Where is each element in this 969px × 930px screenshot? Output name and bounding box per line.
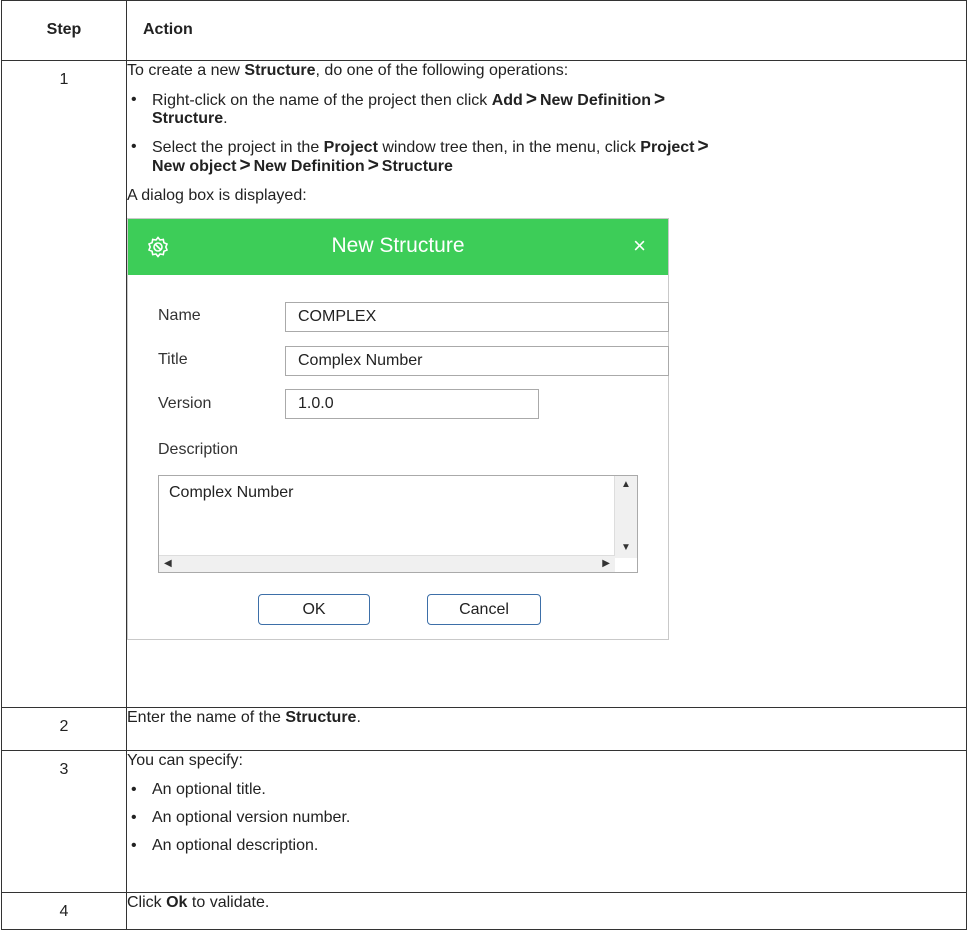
version-field[interactable]: 1.0.0 (285, 389, 539, 419)
scroll-down-icon[interactable]: ▼ (621, 542, 631, 553)
list-item: An optional version number. (127, 809, 966, 827)
step-action: You can specify: An optional title. An o… (126, 750, 967, 893)
close-icon[interactable]: × (633, 233, 646, 259)
step-number: 2 (1, 707, 127, 751)
description-textarea[interactable]: Complex Number ▲ ▼ ◀ ▶ (158, 475, 638, 573)
dialog-title-bar: New Structure × (128, 219, 668, 275)
table-row: 3 You can specify: An optional title. An… (1, 750, 967, 893)
step-number: 4 (1, 892, 127, 930)
list-item: Right-click on the name of the project t… (127, 90, 966, 128)
steps-table: Step Action 1 To create a new Structure,… (1, 0, 967, 930)
table-row: 4 Click Ok to validate. (1, 892, 967, 930)
dialog-intro: A dialog box is displayed: (127, 187, 307, 204)
scroll-left-icon[interactable]: ◀ (164, 558, 172, 569)
name-field[interactable]: COMPLEX (285, 302, 669, 332)
cancel-button[interactable]: Cancel (427, 594, 541, 625)
step-action: Click Ok to validate. (126, 892, 967, 930)
step-action: To create a new Structure, do one of the… (126, 60, 967, 708)
list-item: An optional title. (127, 781, 966, 799)
option-list: An optional title. An optional version n… (127, 781, 966, 855)
dialog-title: New Structure (331, 234, 465, 257)
vertical-scrollbar[interactable]: ▲ ▼ (614, 476, 637, 558)
list-item: Select the project in the Project window… (127, 137, 966, 176)
ok-button[interactable]: OK (258, 594, 370, 625)
description-label: Description (158, 441, 239, 458)
operation-list: Right-click on the name of the project t… (127, 90, 966, 176)
action-column-header: Action (126, 0, 967, 61)
step-action: Enter the name of the Structure. (126, 707, 967, 751)
horizontal-scrollbar[interactable]: ◀ ▶ (159, 555, 615, 572)
name-label: Name (158, 307, 201, 324)
scroll-right-icon[interactable]: ▶ (602, 558, 610, 569)
step-number: 1 (1, 60, 127, 708)
scroll-up-icon[interactable]: ▲ (621, 479, 631, 490)
list-item: An optional description. (127, 837, 966, 855)
description-text: Complex Number (169, 484, 294, 501)
table-row: 1 To create a new Structure, do one of t… (1, 60, 967, 708)
step-number: 3 (1, 750, 127, 893)
table-row: 2 Enter the name of the Structure. (1, 707, 967, 751)
title-label: Title (158, 351, 188, 368)
version-label: Version (158, 395, 212, 412)
title-field[interactable]: Complex Number (285, 346, 669, 376)
step-intro: To create a new Structure, do one of the… (127, 62, 569, 79)
step-column-header: Step (1, 0, 127, 61)
new-structure-dialog: New Structure × Name COMPLEX Title Compl… (127, 218, 669, 640)
table-header-row: Step Action (1, 0, 967, 61)
